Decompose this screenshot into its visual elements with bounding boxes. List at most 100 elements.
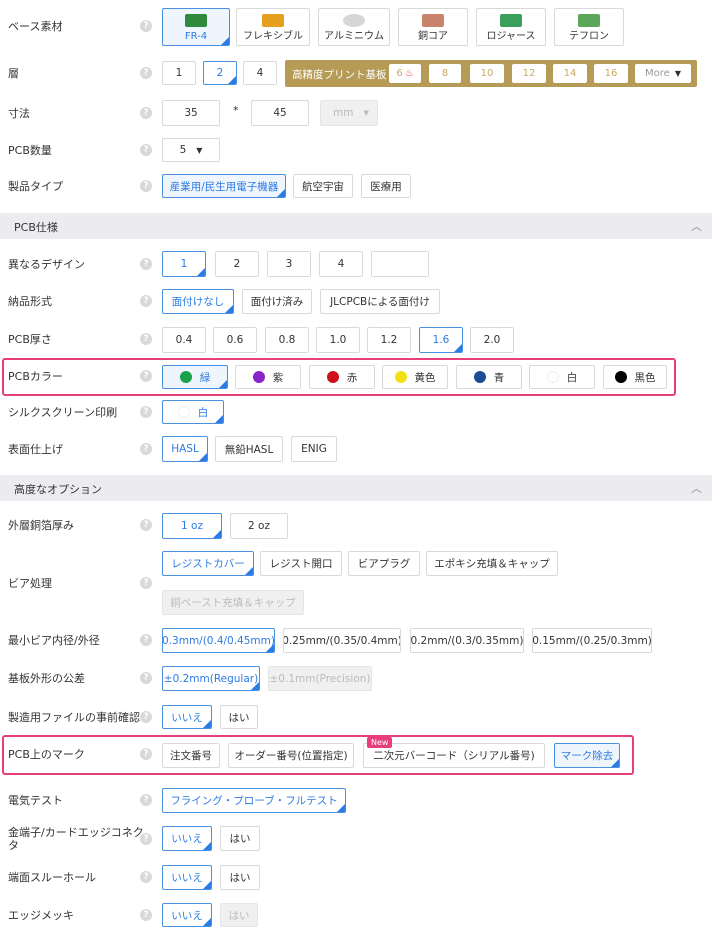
castellated-option[interactable]: はい <box>220 865 260 890</box>
thickness-option[interactable]: 2.0 <box>470 327 514 353</box>
thickness-option[interactable]: 0.6 <box>213 327 257 353</box>
help-icon[interactable]: ? <box>140 333 152 345</box>
design-count-option[interactable]: 3 <box>267 251 311 277</box>
material-rogers[interactable]: ロジャース <box>476 8 546 46</box>
min-via-option[interactable]: 0.3mm/(0.4/0.45mm) <box>162 628 275 653</box>
edge-plating-option[interactable]: いいえ <box>162 903 212 927</box>
min-via-option[interactable]: 0.2mm/(0.3/0.35mm) <box>410 628 524 653</box>
layer-option[interactable]: 4 <box>243 61 277 85</box>
tolerance-option[interactable]: ±0.2mm(Regular) <box>162 666 260 691</box>
chevron-up-icon[interactable]: ︿ <box>691 218 702 234</box>
copper-option[interactable]: 2 oz <box>230 513 288 539</box>
design-count-option[interactable]: 2 <box>215 251 259 277</box>
via-option[interactable]: ビアプラグ <box>348 551 420 576</box>
color-option-green[interactable]: 緑 <box>162 365 228 389</box>
via-option[interactable]: レジストカバー <box>162 551 254 576</box>
layer-option[interactable]: 1 <box>162 61 196 85</box>
etest-option[interactable]: フライング・プローブ・フルテスト <box>162 788 346 813</box>
material-aluminum[interactable]: アルミニウム <box>318 8 390 46</box>
thickness-option[interactable]: 1.0 <box>316 327 360 353</box>
tolerance-option[interactable]: ±0.1mm(Precision) <box>268 666 372 691</box>
advanced-options-section[interactable]: 高度なオプション ︿ <box>0 475 712 501</box>
layer-option[interactable]: 16 <box>594 64 628 83</box>
thickness-option[interactable]: 1.2 <box>367 327 411 353</box>
help-icon[interactable]: ? <box>140 443 152 455</box>
silkscreen-option-white[interactable]: 白 <box>162 400 224 424</box>
help-icon[interactable]: ? <box>140 711 152 723</box>
help-icon[interactable]: ? <box>140 370 152 382</box>
mark-option[interactable]: オーダー番号(位置指定) <box>228 743 354 768</box>
mark-option[interactable]: マーク除去 <box>554 743 620 768</box>
help-icon[interactable]: ? <box>140 107 152 119</box>
color-option-white[interactable]: 白 <box>529 365 595 389</box>
edge-plating-option[interactable]: はい <box>220 903 258 927</box>
layer-option[interactable]: 14 <box>553 64 587 83</box>
layer-option[interactable]: 2 <box>203 61 237 85</box>
layer-option[interactable]: 12 <box>512 64 546 83</box>
castellated-option[interactable]: いいえ <box>162 865 212 890</box>
help-icon[interactable]: ? <box>140 258 152 270</box>
help-icon[interactable]: ? <box>140 20 152 32</box>
mark-option[interactable]: 注文番号 <box>162 743 220 768</box>
delivery-option[interactable]: JLCPCBによる面付け <box>320 289 440 314</box>
via-option[interactable]: エポキシ充填＆キャップ <box>426 551 558 576</box>
confirm-option[interactable]: いいえ <box>162 705 212 729</box>
via-option[interactable]: 銅ペースト充填＆キャップ <box>162 590 304 615</box>
height-input[interactable]: 45 <box>251 100 309 126</box>
thickness-option[interactable]: 1.6 <box>419 327 463 353</box>
via-option[interactable]: レジスト開口 <box>260 551 342 576</box>
qty-select[interactable]: 5 ▼ <box>162 138 220 162</box>
color-option-blue[interactable]: 青 <box>456 365 522 389</box>
help-icon[interactable]: ? <box>140 794 152 806</box>
help-icon[interactable]: ? <box>140 871 152 883</box>
width-input[interactable]: 35 <box>162 100 220 126</box>
design-count-option[interactable]: 4 <box>319 251 363 277</box>
min-via-option[interactable]: 0.15mm/(0.25/0.3mm) <box>532 628 652 653</box>
color-option-yellow[interactable]: 黄色 <box>382 365 448 389</box>
help-icon[interactable]: ? <box>140 748 152 760</box>
help-icon[interactable]: ? <box>140 67 152 79</box>
product-type-option[interactable]: 航空宇宙 <box>293 174 353 198</box>
unit-select[interactable]: mm ▼ <box>320 100 378 126</box>
layer-option[interactable]: 8 <box>429 64 461 83</box>
surface-option[interactable]: HASL <box>162 436 208 462</box>
help-icon[interactable]: ? <box>140 577 152 589</box>
product-type-option[interactable]: 医療用 <box>361 174 411 198</box>
thickness-option[interactable]: 0.8 <box>265 327 309 353</box>
color-option-black[interactable]: 黒色 <box>603 365 667 389</box>
help-icon[interactable]: ? <box>140 634 152 646</box>
gold-finger-option[interactable]: はい <box>220 826 260 851</box>
color-option-purple[interactable]: 紫 <box>235 365 301 389</box>
more-layers-dropdown[interactable]: More ▼ <box>635 64 691 83</box>
delivery-option[interactable]: 面付け済み <box>242 289 312 314</box>
material-fr4[interactable]: FR-4 <box>162 8 230 46</box>
pcb-spec-section[interactable]: PCB仕様 ︿ <box>0 213 712 239</box>
product-type-option[interactable]: 産業用/民生用電子機器 <box>162 174 286 198</box>
help-icon[interactable]: ? <box>140 672 152 684</box>
help-icon[interactable]: ? <box>140 909 152 921</box>
surface-option[interactable]: ENIG <box>291 436 337 462</box>
confirm-option[interactable]: はい <box>220 705 258 729</box>
layer-option[interactable]: 10 <box>470 64 504 83</box>
design-count-custom-input[interactable] <box>371 251 429 277</box>
help-icon[interactable]: ? <box>140 144 152 156</box>
material-teflon[interactable]: テフロン <box>554 8 624 46</box>
copper-option[interactable]: 1 oz <box>162 513 222 539</box>
delivery-option[interactable]: 面付けなし <box>162 289 234 314</box>
surface-option[interactable]: 無鉛HASL <box>215 436 283 462</box>
caret-down-icon: ▼ <box>196 145 203 155</box>
chevron-up-icon[interactable]: ︿ <box>691 480 702 496</box>
design-count-option[interactable]: 1 <box>162 251 206 277</box>
help-icon[interactable]: ? <box>140 295 152 307</box>
layer-option[interactable]: 6 ♨ <box>389 64 421 83</box>
material-copper-core[interactable]: 銅コア <box>398 8 468 46</box>
help-icon[interactable]: ? <box>140 519 152 531</box>
material-flex[interactable]: フレキシブル <box>236 8 310 46</box>
help-icon[interactable]: ? <box>140 180 152 192</box>
color-option-red[interactable]: 赤 <box>309 365 375 389</box>
help-icon[interactable]: ? <box>140 406 152 418</box>
gold-finger-option[interactable]: いいえ <box>162 826 212 851</box>
help-icon[interactable]: ? <box>140 833 152 845</box>
min-via-option[interactable]: 0.25mm/(0.35/0.4mm) <box>283 628 401 653</box>
thickness-option[interactable]: 0.4 <box>162 327 206 353</box>
